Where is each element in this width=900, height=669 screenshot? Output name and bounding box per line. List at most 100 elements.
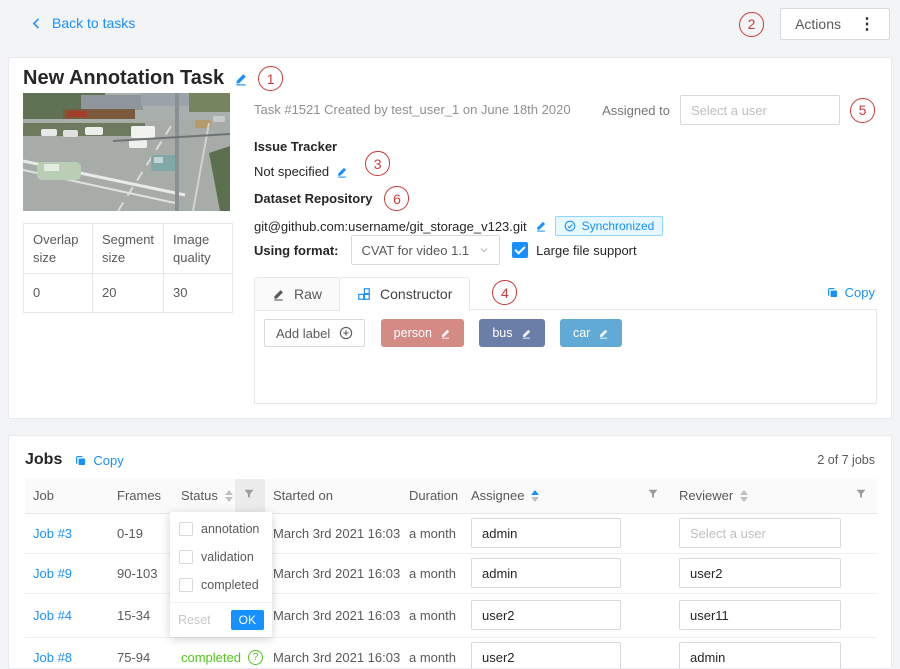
checkbox-unchecked-icon[interactable] <box>179 578 193 592</box>
edit-repository-icon[interactable] <box>535 220 547 232</box>
reviewer-filter-button[interactable] <box>847 479 877 513</box>
back-to-tasks-link[interactable]: Back to tasks <box>30 15 135 31</box>
sort-icon-active[interactable] <box>531 490 539 502</box>
sort-icon[interactable] <box>225 490 233 502</box>
reviewer-input[interactable] <box>679 558 841 588</box>
edit-label-icon[interactable] <box>598 328 609 339</box>
col-status[interactable]: Status <box>173 479 235 513</box>
reviewer-input[interactable] <box>679 642 841 669</box>
label-person-name: person <box>394 326 432 340</box>
job-row: Job #4 15-34 March 3rd 2021 16:03 a mont… <box>25 593 877 637</box>
job-link[interactable]: Job #8 <box>33 650 72 665</box>
duration-cell: a month <box>401 553 463 593</box>
chevron-down-icon <box>479 245 489 255</box>
task-params-table: Overlap size Segment size Image quality … <box>23 223 233 313</box>
job-link[interactable]: Job #4 <box>33 608 72 623</box>
tab-constructor-label: Constructor <box>380 286 452 302</box>
param-value-overlap: 0 <box>24 274 93 313</box>
col-reviewer[interactable]: Reviewer <box>671 479 847 513</box>
pencil-icon <box>272 288 285 301</box>
annotation-circle-2: 2 <box>739 12 764 37</box>
label-car-name: car <box>573 326 590 340</box>
copy-icon <box>826 286 839 299</box>
checkbox-unchecked-icon[interactable] <box>179 550 193 564</box>
filter-option-validation[interactable]: validation <box>170 543 272 571</box>
jobs-table: Job Frames Status Started on Duration <box>25 479 877 669</box>
checkbox-checked-icon <box>512 242 528 258</box>
reviewer-input[interactable] <box>679 518 841 548</box>
jobs-copy-button[interactable]: Copy <box>74 453 123 468</box>
param-header-overlap: Overlap size <box>24 224 93 274</box>
label-chip-person[interactable]: person <box>381 319 464 347</box>
reviewer-input[interactable] <box>679 600 841 630</box>
col-assignee[interactable]: Assignee <box>463 479 639 513</box>
synchronized-badge[interactable]: Synchronized <box>555 216 664 236</box>
issue-tracker-label: Issue Tracker <box>254 139 390 154</box>
assignee-input[interactable] <box>471 558 621 588</box>
label-chip-bus[interactable]: bus <box>479 319 544 347</box>
job-link[interactable]: Job #3 <box>33 526 72 541</box>
issue-tracker-value: Not specified <box>254 164 329 179</box>
export-format-select[interactable]: CVAT for video 1.1 <box>351 235 501 265</box>
tab-constructor[interactable]: Constructor <box>339 277 470 311</box>
task-meta: Task #1521 Created by test_user_1 on Jun… <box>254 102 571 117</box>
col-frames: Frames <box>109 479 173 513</box>
task-page: Back to tasks 2 Actions ⋮ New Annotation… <box>0 0 900 669</box>
annotation-circle-3: 3 <box>365 151 390 176</box>
assignee-input[interactable] <box>471 600 621 630</box>
task-details-card: New Annotation Task 1 <box>8 57 892 419</box>
col-duration: Duration <box>401 479 463 513</box>
frames-cell: 0-19 <box>109 513 173 553</box>
param-value-quality: 30 <box>164 274 233 313</box>
status-filter-button[interactable] <box>235 479 265 513</box>
back-chevron-icon <box>30 17 43 30</box>
status-completed-label: completed <box>181 650 241 665</box>
filter-reset-button[interactable]: Reset <box>178 613 211 627</box>
tab-raw-label: Raw <box>294 286 322 302</box>
started-cell: March 3rd 2021 16:03 <box>265 593 401 637</box>
jobs-card: Jobs Copy 2 of 7 jobs Job Frames <box>8 435 892 669</box>
job-row: Job #8 75-94 completed ? March 3rd 2021 … <box>25 637 877 669</box>
assignee-input[interactable] <box>471 642 621 669</box>
assignee-filter-button[interactable] <box>639 479 671 513</box>
plus-circle-icon <box>339 326 353 340</box>
param-header-quality: Image quality <box>164 224 233 274</box>
frames-cell: 90-103 <box>109 553 173 593</box>
more-vertical-icon: ⋮ <box>859 14 875 34</box>
assignee-input[interactable] <box>471 518 621 548</box>
started-cell: March 3rd 2021 16:03 <box>265 553 401 593</box>
param-value-segment: 20 <box>93 274 164 313</box>
edit-title-icon[interactable] <box>234 72 248 86</box>
large-file-support-checkbox[interactable]: Large file support <box>512 242 636 258</box>
filter-funnel-icon <box>647 488 659 500</box>
filter-option-completed[interactable]: completed <box>170 571 272 599</box>
started-cell: March 3rd 2021 16:03 <box>265 513 401 553</box>
back-to-tasks-label: Back to tasks <box>52 15 135 31</box>
sort-icon[interactable] <box>740 490 748 502</box>
job-link[interactable]: Job #9 <box>33 566 72 581</box>
job-row: Job #3 0-19 March 3rd 2021 16:03 a month <box>25 513 877 553</box>
edit-label-icon[interactable] <box>440 328 451 339</box>
add-label-button[interactable]: Add label <box>264 319 365 347</box>
edit-label-icon[interactable] <box>521 328 532 339</box>
label-chip-car[interactable]: car <box>560 319 622 347</box>
col-job: Job <box>25 479 109 513</box>
filter-option-annotation[interactable]: annotation <box>170 515 272 543</box>
tab-raw[interactable]: Raw <box>254 277 340 311</box>
question-circle-icon: ? <box>248 650 263 665</box>
actions-button[interactable]: Actions ⋮ <box>780 8 890 40</box>
label-bus-name: bus <box>492 326 512 340</box>
annotation-circle-6: 6 <box>384 186 409 211</box>
col-started: Started on <box>265 479 401 513</box>
filter-ok-button[interactable]: OK <box>231 610 264 630</box>
edit-issue-tracker-icon[interactable] <box>336 166 348 178</box>
param-header-segment: Segment size <box>93 224 164 274</box>
jobs-title: Jobs <box>25 451 62 469</box>
status-cell: completed ? <box>173 637 235 669</box>
checkbox-unchecked-icon[interactable] <box>179 522 193 536</box>
block-icon <box>357 287 371 301</box>
labels-copy-button[interactable]: Copy <box>826 285 875 300</box>
duration-cell: a month <box>401 513 463 553</box>
assigned-to-input[interactable] <box>680 95 840 125</box>
task-thumbnail <box>23 93 230 211</box>
